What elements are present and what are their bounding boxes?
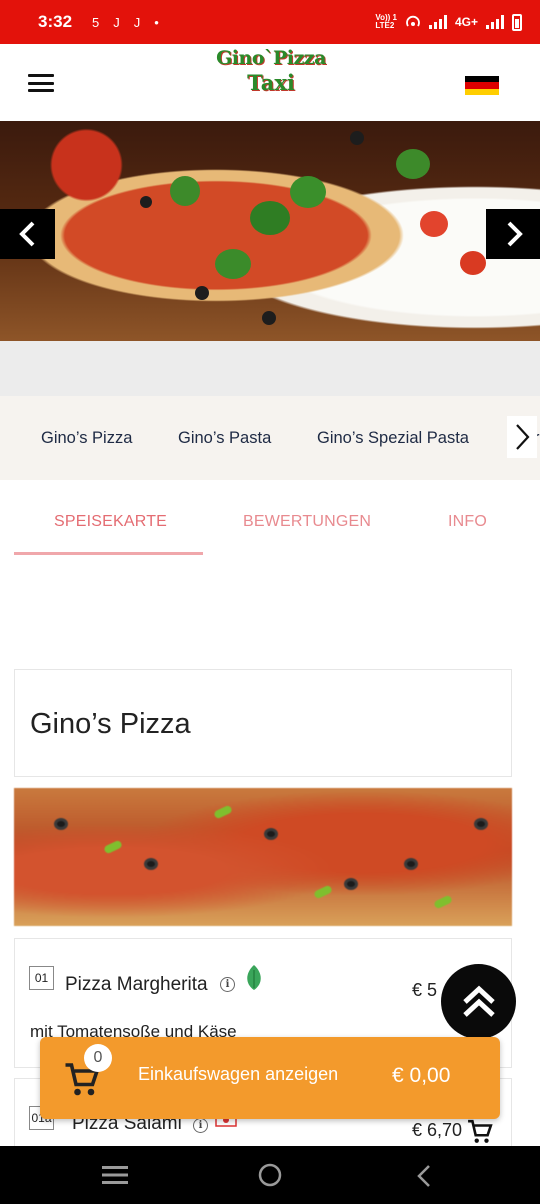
basil-leaf <box>170 176 200 206</box>
cart-count-badge: 0 <box>84 1044 112 1072</box>
network-type: 4G+ <box>454 15 478 29</box>
item-number: 01 <box>29 966 54 990</box>
pepper <box>433 894 453 910</box>
olive <box>140 196 152 208</box>
hero-slider[interactable] <box>0 121 540 341</box>
olive <box>54 818 68 830</box>
language-flag-icon[interactable] <box>465 76 499 95</box>
olive <box>195 286 209 300</box>
chevron-left-icon <box>18 221 34 247</box>
app-header: Gino`Pizza Taxi <box>0 44 540 121</box>
notification-icon-1: 5 <box>92 14 100 30</box>
scroll-to-top-button[interactable] <box>441 964 516 1039</box>
basil-leaf <box>290 176 326 208</box>
hero-prev-button[interactable] <box>0 209 55 259</box>
chevron-right-icon <box>516 424 530 450</box>
olive <box>344 878 358 890</box>
double-chevron-up-icon <box>462 985 495 1017</box>
tomato-slice <box>460 251 486 275</box>
hotspot-icon <box>406 15 420 27</box>
basil-leaf <box>250 201 290 235</box>
category-bar: Gino’s Pizza Gino’s Pasta Gino’s Spezial… <box>0 396 540 480</box>
section-title: Gino’s Pizza <box>30 708 191 740</box>
olive <box>350 131 364 145</box>
category-item[interactable]: Gino’s Pizza <box>41 429 132 448</box>
cart-total: € 0,00 <box>392 1064 451 1087</box>
pepper <box>313 884 333 900</box>
cart-label: Einkaufswagen anzeigen <box>138 1064 339 1084</box>
volte-indicator: Vo)) 1 LTE2 <box>375 13 397 30</box>
olive <box>262 311 276 325</box>
category-item[interactable]: Gino’s Pasta <box>178 429 271 448</box>
signal-icon-1 <box>428 15 447 29</box>
olive <box>144 858 158 870</box>
category-next-button[interactable] <box>507 416 537 458</box>
tab-bar: SPEISEKARTE BEWERTUNGEN INFO <box>0 488 540 556</box>
status-time: 3:32 <box>38 12 73 31</box>
item-name: Pizza Margherita <box>65 974 208 995</box>
basil-leaf <box>215 249 251 279</box>
recent-apps-icon[interactable] <box>102 1164 128 1186</box>
logo-line-1: Gino`Pizza <box>216 47 326 69</box>
section-image <box>14 788 512 926</box>
active-tab-indicator <box>14 552 203 555</box>
info-icon[interactable]: i <box>193 1118 208 1133</box>
notification-icons: 5 J J • <box>92 15 159 30</box>
add-to-cart-icon[interactable] <box>467 1119 493 1145</box>
chevron-right-icon <box>507 221 523 247</box>
logo-line-2: Taxi <box>247 69 295 95</box>
signal-icon-2 <box>486 15 504 29</box>
status-indicators: Vo)) 1 LTE2 4G+ <box>375 13 522 31</box>
hamburger-icon[interactable] <box>28 74 54 92</box>
status-bar: 3:32 5 J J • Vo)) 1 LTE2 4G+ <box>0 0 540 44</box>
tab-bewertungen[interactable]: BEWERTUNGEN <box>243 513 371 531</box>
cart-bar-button[interactable]: 0 Einkaufswagen anzeigen € 0,00 <box>40 1037 500 1119</box>
tab-speisekarte[interactable]: SPEISEKARTE <box>54 513 167 531</box>
vegetarian-leaf-icon <box>247 965 261 990</box>
spacer-band <box>0 341 540 396</box>
section-header-card: Gino’s Pizza <box>14 669 512 777</box>
logo[interactable]: Gino`Pizza Taxi <box>210 48 332 114</box>
home-icon[interactable] <box>257 1162 283 1188</box>
tab-info[interactable]: INFO <box>448 513 487 531</box>
tomato-slice <box>420 211 448 237</box>
olive <box>474 818 488 830</box>
basil-leaf <box>396 149 430 179</box>
info-icon[interactable]: i <box>220 977 235 992</box>
notification-icon-2: J <box>113 14 120 30</box>
pepper <box>213 804 233 820</box>
pepper <box>103 839 123 855</box>
notification-icon-4: • <box>154 14 159 30</box>
olive <box>264 828 278 840</box>
battery-icon <box>512 13 522 31</box>
item-price: € 6,70 <box>412 1120 463 1140</box>
category-item[interactable]: Gino’s Spezial Pasta <box>317 429 469 448</box>
olive <box>404 858 418 870</box>
hero-next-button[interactable] <box>486 209 540 259</box>
system-nav-bar <box>0 1146 540 1204</box>
notification-icon-3: J <box>133 14 141 30</box>
item-price: € 5 <box>412 980 438 1000</box>
back-icon[interactable] <box>415 1164 433 1188</box>
